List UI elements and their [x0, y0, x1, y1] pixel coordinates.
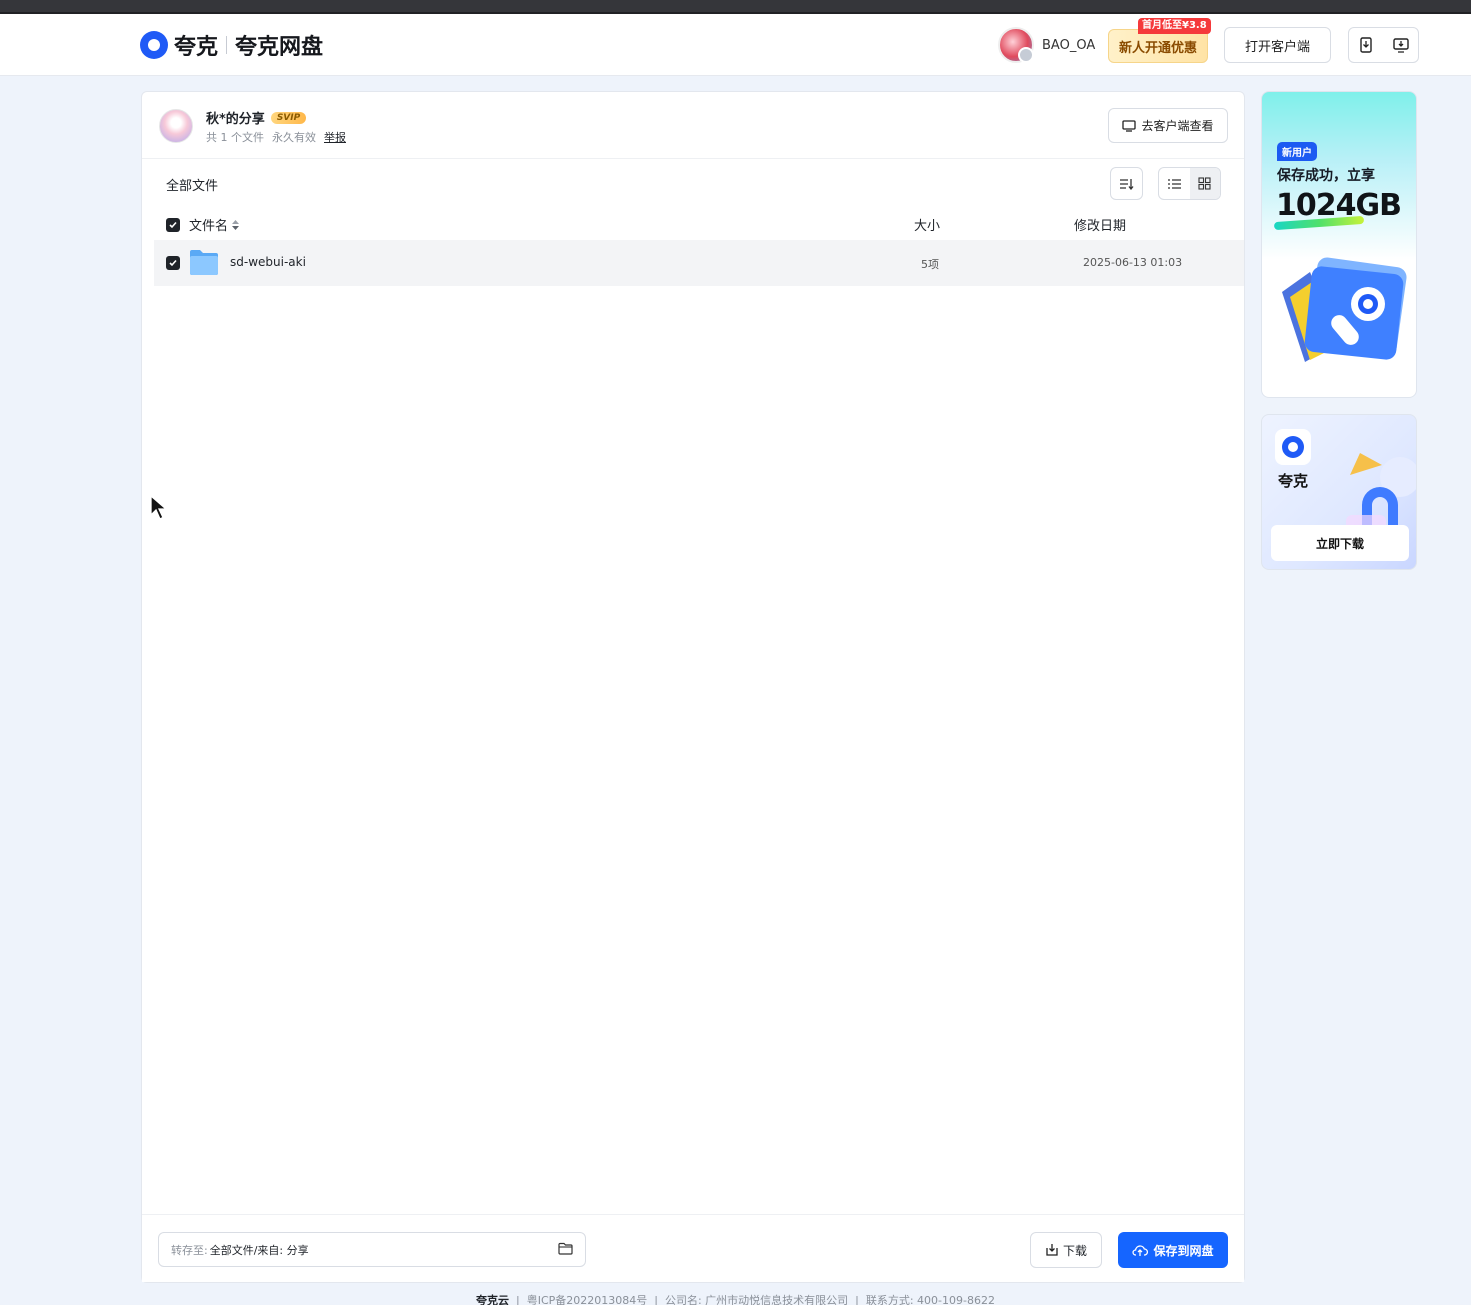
sharer-name: 秋*的分享 [206, 112, 265, 127]
page-footer: 夸克云 | 粤ICP备2022013084号 | 公司名: 广州市动悦信息技术有… [476, 1294, 995, 1305]
save-destination-value: 全部文件/来自: 分享 [209, 1243, 309, 1257]
save-destination-picker[interactable]: 转存至: 全部文件/来自: 分享 [158, 1232, 586, 1267]
list-view-button[interactable] [1159, 168, 1190, 199]
list-icon [1167, 178, 1181, 189]
footer-brand: 夸克云 [476, 1294, 509, 1305]
logo-text: 夸克 [174, 35, 219, 60]
monitor-download-icon [1393, 37, 1409, 53]
column-name-header[interactable]: 文件名 [189, 215, 240, 234]
folder-illustration-icon [1282, 257, 1407, 362]
share-header: 秋*的分享 SVIP 共 1 个文件 永久有效 举报 去客户端查看 [142, 92, 1244, 159]
folder-outline-icon[interactable] [558, 1242, 573, 1255]
save-to-drive-label: 保存到网盘 [1153, 1243, 1214, 1258]
breadcrumb[interactable]: 全部文件 [166, 175, 218, 194]
grid-view-button[interactable] [1189, 168, 1220, 199]
phone-download-icon [1360, 37, 1372, 53]
ad-headline: 保存成功，立享 [1277, 168, 1375, 184]
grid-icon [1198, 177, 1211, 190]
download-button[interactable]: 下载 [1030, 1232, 1102, 1268]
download-now-button[interactable]: 立即下载 [1271, 525, 1409, 561]
report-link[interactable]: 举报 [324, 129, 346, 145]
logo-product-name: 夸克网盘 [235, 35, 324, 60]
share-validity: 永久有效 [272, 131, 316, 144]
quark-logo[interactable]: 夸克 夸克网盘 [140, 30, 323, 60]
download-label: 下载 [1062, 1243, 1087, 1258]
check-icon [169, 259, 177, 267]
app-download-ad[interactable]: 夸克 立即下载 [1261, 414, 1417, 570]
logo-divider [226, 36, 228, 54]
row-checkbox[interactable] [166, 256, 180, 270]
file-size: 5项 [921, 258, 939, 271]
desktop-download-button[interactable] [1384, 28, 1419, 62]
mouse-cursor-icon [150, 495, 168, 520]
browser-chrome-strip [0, 0, 1471, 14]
column-size-header: 大小 [914, 219, 941, 234]
footer-company: 公司名: 广州市动悦信息技术有限公司 [664, 1294, 849, 1305]
user-avatar[interactable] [998, 27, 1034, 63]
footer-icp[interactable]: 粤ICP备2022013084号 [527, 1294, 648, 1305]
monitor-icon [1122, 119, 1137, 132]
folder-icon [190, 250, 218, 275]
column-date-header: 修改日期 [1074, 219, 1127, 234]
view-in-client-label: 去客户端查看 [1141, 119, 1214, 133]
sort-button[interactable] [1110, 167, 1143, 200]
download-icon [1046, 1244, 1058, 1256]
view-in-client-button[interactable]: 去客户端查看 [1108, 108, 1228, 143]
quark-logo-icon [140, 31, 168, 59]
file-table-header: 文件名 大小 修改日期 [154, 208, 1244, 240]
sharer-title: 秋*的分享 SVIP [206, 108, 307, 127]
file-date: 2025-06-13 01:03 [1083, 256, 1183, 269]
sort-arrows-icon [232, 219, 240, 230]
username[interactable]: BAO_OA [1042, 38, 1095, 53]
open-client-button[interactable]: 打开客户端 [1224, 27, 1331, 63]
mobile-download-button[interactable] [1349, 28, 1384, 62]
new-user-tag: 新用户 [1277, 142, 1317, 161]
top-navbar: 夸克 夸克网盘 BAO_OA 新人开通优惠 首月低至¥3.8 打开客户端 [0, 14, 1471, 76]
action-bar: 转存至: 全部文件/来自: 分享 下载 保存到网盘 [142, 1214, 1244, 1282]
cloud-save-icon [1132, 1244, 1149, 1256]
save-to-drive-button[interactable]: 保存到网盘 [1118, 1232, 1228, 1268]
file-name[interactable]: sd-webui-aki [230, 255, 306, 269]
sharer-avatar [159, 109, 193, 143]
save-destination-label: 转存至: [171, 1243, 208, 1257]
svip-badge: SVIP [270, 111, 307, 124]
share-meta: 共 1 个文件 永久有效 举报 [206, 129, 346, 145]
view-mode-toggle [1158, 167, 1221, 200]
check-icon [169, 221, 177, 229]
quark-app-icon [1275, 429, 1311, 465]
file-count: 共 1 个文件 [206, 131, 264, 144]
promo-price-badge: 首月低至¥3.8 [1138, 18, 1211, 34]
new-user-promo-button[interactable]: 新人开通优惠 [1108, 29, 1208, 63]
header-icon-group [1348, 27, 1419, 63]
sort-icon [1120, 178, 1134, 190]
select-all-checkbox[interactable] [166, 218, 180, 232]
share-panel: 秋*的分享 SVIP 共 1 个文件 永久有效 举报 去客户端查看 全部文件 文… [141, 91, 1245, 1283]
table-row[interactable]: sd-webui-aki 5项 2025-06-13 01:03 [154, 240, 1244, 286]
footer-contact: 联系方式: 400-109-8622 [865, 1294, 995, 1305]
new-user-storage-ad[interactable]: 新用户 保存成功，立享 1024GB [1261, 91, 1417, 398]
app-name: 夸克 [1278, 472, 1309, 490]
column-name-label: 文件名 [189, 219, 229, 234]
user-profile[interactable]: BAO_OA [998, 26, 1095, 64]
